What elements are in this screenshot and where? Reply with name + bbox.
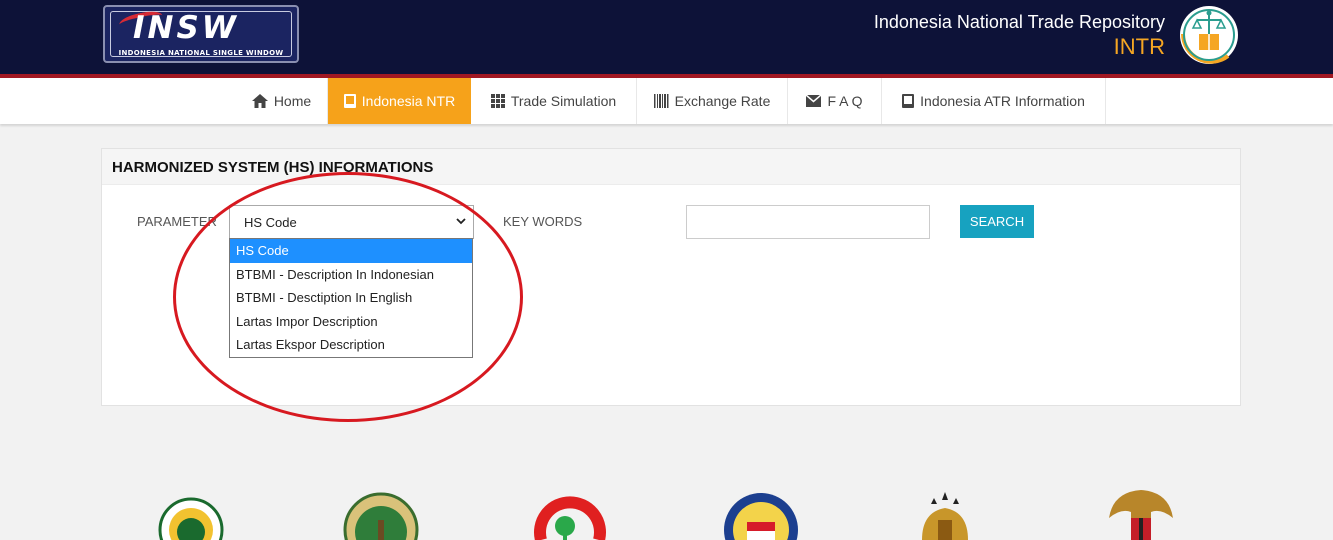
kementerian-lingkungan-hidup-kehutanan-logo xyxy=(343,492,419,540)
hs-info-panel: HARMONIZED SYSTEM (HS) INFORMATIONS PARA… xyxy=(101,148,1241,406)
grid-icon xyxy=(490,94,505,108)
dropdown-option[interactable]: BTBMI - Description In Indonesian xyxy=(230,263,472,287)
parameter-label: PARAMETER xyxy=(137,214,217,229)
nav-indonesia-atr-label: Indonesia ATR Information xyxy=(920,93,1085,109)
keywords-label: KEY WORDS xyxy=(503,214,583,229)
nav-trade-simulation-label: Trade Simulation xyxy=(510,93,617,109)
repo-abbr: INTR xyxy=(1113,34,1165,59)
insw-logo-text: INSW xyxy=(133,10,239,46)
nav-home-label: Home xyxy=(273,93,312,109)
dropdown-option[interactable]: Lartas Ekspor Description xyxy=(230,333,472,357)
panel-header: HARMONIZED SYSTEM (HS) INFORMATIONS xyxy=(102,149,1240,185)
badan-karantina-pertanian-logo xyxy=(158,497,224,540)
home-icon xyxy=(251,94,268,108)
dropdown-option[interactable]: Lartas Impor Description xyxy=(230,310,472,334)
nav-trade-simulation[interactable]: Trade Simulation xyxy=(471,78,637,124)
envelope-icon xyxy=(806,95,822,107)
nav-faq[interactable]: F A Q xyxy=(788,78,882,124)
panel-title: HARMONIZED SYSTEM (HS) INFORMATIONS xyxy=(112,159,434,176)
keywords-input[interactable] xyxy=(686,205,930,239)
nav-faq-label: F A Q xyxy=(827,93,863,109)
nav-exchange-rate[interactable]: Exchange Rate xyxy=(637,78,788,124)
parameter-dropdown-list: HS Code BTBMI - Description In Indonesia… xyxy=(229,238,473,358)
book-icon xyxy=(902,94,915,108)
main-nav: Home Indonesia NTR Trade Simulation Exch… xyxy=(0,78,1333,124)
dropdown-option[interactable]: HS Code xyxy=(230,239,472,263)
repo-title: Indonesia National Trade Repository xyxy=(873,12,1165,32)
chevron-down-icon xyxy=(456,214,466,231)
nav-indonesia-ntr[interactable]: Indonesia NTR xyxy=(328,78,471,124)
book-icon xyxy=(343,94,356,108)
top-header: INSW INDONESIA NATIONAL SINGLE WINDOW In… xyxy=(0,0,1333,74)
kementerian-pertahanan-logo xyxy=(724,493,798,540)
kementerian-perindustrian-logo xyxy=(534,496,606,540)
nav-indonesia-atr[interactable]: Indonesia ATR Information xyxy=(882,78,1106,124)
nav-exchange-rate-label: Exchange Rate xyxy=(674,93,771,109)
nav-indonesia-ntr-label: Indonesia NTR xyxy=(361,93,456,109)
insw-logo[interactable]: INSW INDONESIA NATIONAL SINGLE WINDOW xyxy=(103,5,299,63)
dropdown-option[interactable]: BTBMI - Desctiption In English xyxy=(230,286,472,310)
parameter-select[interactable]: HS Code xyxy=(229,205,474,239)
nav-home[interactable]: Home xyxy=(236,78,328,124)
search-button[interactable]: SEARCH xyxy=(960,205,1034,238)
polri-logo xyxy=(922,492,968,540)
intr-emblem-icon xyxy=(1180,6,1238,64)
barcode-icon xyxy=(653,94,669,108)
parameter-selected-value: HS Code xyxy=(244,215,297,230)
garuda-pancasila-logo xyxy=(1109,490,1173,540)
insw-logo-subtitle: INDONESIA NATIONAL SINGLE WINDOW xyxy=(118,49,284,57)
